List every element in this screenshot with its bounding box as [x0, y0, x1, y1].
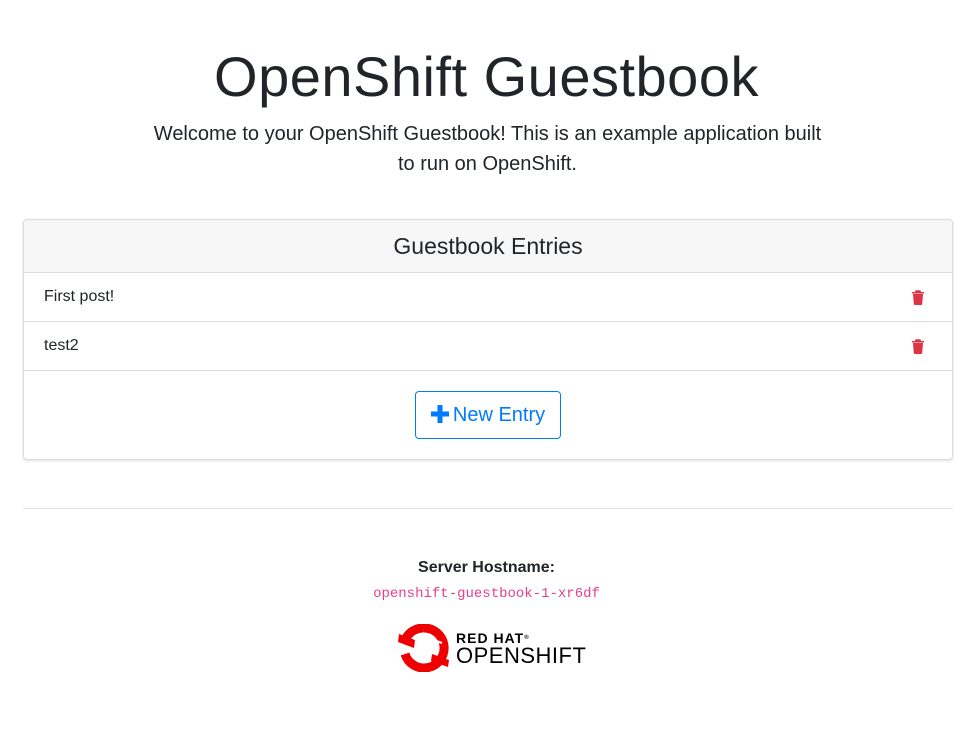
page: OpenShift Guestbook Welcome to your Open…	[0, 0, 973, 729]
redhat-openshift-logo: RED HAT® OPENSHIFT	[398, 624, 586, 672]
openshift-logo-icon	[398, 624, 449, 672]
trash-icon[interactable]	[911, 289, 925, 305]
card-header: Guestbook Entries	[24, 220, 952, 273]
page-title: OpenShift Guestbook	[214, 45, 759, 108]
hostname-value: openshift-guestbook-1-xr6df	[373, 586, 600, 602]
logo-openshift-text: OPENSHIFT	[456, 643, 587, 668]
list-item: First post!	[24, 273, 952, 322]
list-item: test2	[24, 322, 952, 371]
divider	[23, 508, 953, 509]
new-entry-label: New Entry	[452, 404, 546, 426]
page-lead: Welcome to your OpenShift Guestbook! Thi…	[153, 123, 822, 175]
hostname-label: Server Hostname:	[418, 559, 555, 576]
entry-text: test2	[44, 337, 79, 354]
card-footer: New Entry	[24, 371, 952, 459]
guestbook-card: Guestbook Entries First post! test2 New …	[23, 219, 953, 460]
trash-icon[interactable]	[911, 338, 925, 354]
entry-text: First post!	[44, 288, 115, 305]
plus-icon	[430, 404, 449, 423]
new-entry-button[interactable]: New Entry	[415, 391, 561, 439]
